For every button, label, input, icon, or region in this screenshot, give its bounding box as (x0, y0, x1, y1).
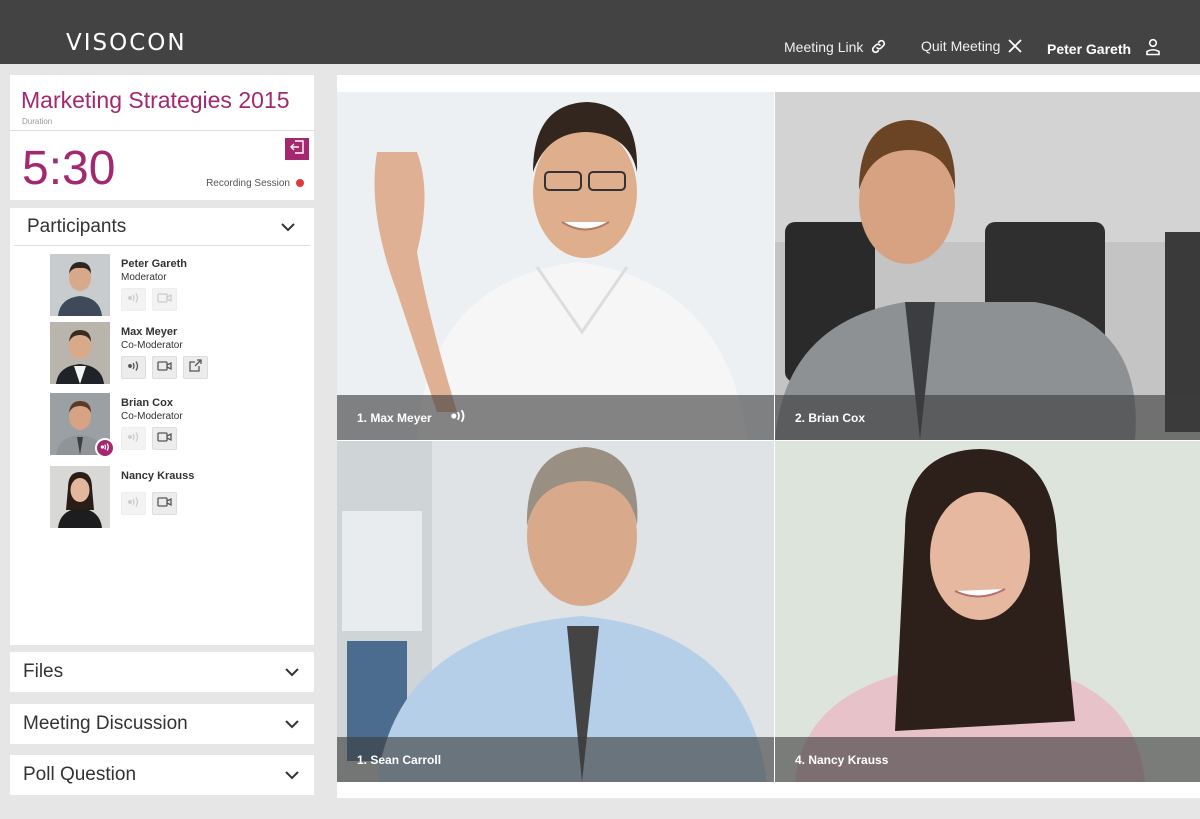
meeting-discussion-title: Meeting Discussion (23, 713, 188, 734)
exit-icon (289, 139, 305, 159)
user-menu[interactable]: Peter Gareth (1047, 38, 1161, 59)
video-caption: 4. Nancy Krauss (775, 737, 1200, 782)
participant-role: Moderator (121, 272, 167, 283)
participant-item[interactable]: Peter Gareth Moderator (50, 254, 300, 316)
video-feed (775, 92, 1200, 440)
participant-name: Max Meyer (121, 326, 178, 338)
speaking-icon (450, 408, 468, 427)
participant-name: Brian Cox (121, 397, 173, 409)
video-caption: 1. Max Meyer (337, 395, 774, 440)
video-toggle-button[interactable] (152, 427, 177, 450)
video-caption: 2. Brian Cox (775, 395, 1200, 440)
meeting-info-card: Marketing Strategies 2015 Duration 5:30 … (10, 75, 314, 200)
video-grid: 1. Max Meyer 2. Brian Cox 1. Sean Carrol… (337, 75, 1200, 798)
avatar (50, 322, 110, 384)
speaking-indicator (95, 438, 115, 458)
video-feed (775, 441, 1200, 782)
files-header[interactable]: Files (10, 653, 314, 691)
poll-question-section: Poll Question (10, 755, 314, 795)
sound-icon (127, 359, 141, 377)
participant-item[interactable]: Nancy Krauss (50, 466, 300, 528)
participants-title: Participants (27, 215, 127, 237)
user-icon (1145, 38, 1161, 59)
chevron-down-icon (284, 661, 300, 683)
duration-label: Duration (22, 117, 53, 126)
video-caption-label: 1. Sean Carroll (357, 752, 442, 767)
avatar (50, 254, 110, 316)
avatar (50, 466, 110, 528)
video-feed (337, 441, 774, 782)
meeting-discussion-section: Meeting Discussion (10, 704, 314, 744)
top-bar: VISOCON Meeting Link Quit Meeting Peter … (0, 0, 1200, 64)
share-screen-button[interactable] (183, 356, 208, 379)
video-tile[interactable]: 4. Nancy Krauss (775, 441, 1200, 782)
video-tile[interactable]: 1. Max Meyer (337, 92, 774, 440)
exit-button[interactable] (285, 138, 309, 160)
app-logo: VISOCON (66, 30, 187, 56)
participant-item[interactable]: Brian Cox Co-Moderator (50, 393, 300, 458)
sound-icon (127, 495, 141, 513)
quit-meeting-label: Quit Meeting (921, 38, 1001, 54)
meeting-link-button[interactable]: Meeting Link (784, 38, 887, 55)
audio-toggle-button[interactable] (121, 492, 146, 515)
sound-icon (100, 439, 111, 457)
close-icon (1007, 38, 1023, 54)
sound-icon (127, 430, 141, 448)
participant-name: Nancy Krauss (121, 470, 195, 482)
files-section: Files (10, 652, 314, 692)
sound-icon (127, 291, 141, 309)
participants-header[interactable]: Participants (14, 208, 310, 246)
participant-item[interactable]: Max Meyer Co-Moderator (50, 322, 300, 384)
meeting-link-label: Meeting Link (784, 38, 864, 55)
user-name: Peter Gareth (1047, 40, 1132, 57)
chevron-down-icon (284, 764, 300, 786)
recording-indicator (296, 179, 304, 187)
quit-meeting-button[interactable]: Quit Meeting (921, 38, 1023, 54)
files-title: Files (23, 661, 64, 682)
meeting-timer: 5:30 (22, 142, 116, 195)
camera-icon (157, 359, 172, 377)
chevron-down-icon (280, 216, 296, 238)
video-caption-label: 4. Nancy Krauss (795, 752, 889, 767)
audio-toggle-button[interactable] (121, 427, 146, 450)
camera-icon (157, 291, 172, 309)
poll-question-title: Poll Question (23, 764, 137, 785)
participant-role: Co-Moderator (121, 411, 183, 422)
meeting-discussion-header[interactable]: Meeting Discussion (10, 705, 314, 743)
video-toggle-button[interactable] (152, 356, 177, 379)
recording-label: Recording Session (206, 178, 290, 189)
poll-question-header[interactable]: Poll Question (10, 756, 314, 794)
meeting-title: Marketing Strategies 2015 (21, 87, 290, 113)
divider (10, 130, 314, 131)
video-caption-label: 1. Max Meyer (357, 410, 432, 425)
camera-icon (157, 430, 172, 448)
video-feed (337, 92, 774, 440)
video-caption: 1. Sean Carroll (337, 737, 774, 782)
camera-icon (157, 495, 172, 513)
audio-toggle-button[interactable] (121, 288, 146, 311)
video-tile[interactable]: 2. Brian Cox (775, 92, 1200, 440)
participants-panel: Participants Peter Gareth Moderator Max … (10, 208, 314, 645)
video-toggle-button[interactable] (152, 492, 177, 515)
participant-role: Co-Moderator (121, 340, 183, 351)
chevron-down-icon (284, 713, 300, 735)
link-icon (870, 38, 887, 55)
video-tile[interactable]: 1. Sean Carroll (337, 441, 774, 782)
video-toggle-button[interactable] (152, 288, 177, 311)
participant-name: Peter Gareth (121, 258, 188, 270)
external-link-icon (189, 358, 202, 377)
video-caption-label: 2. Brian Cox (795, 410, 866, 425)
audio-toggle-button[interactable] (121, 356, 146, 379)
